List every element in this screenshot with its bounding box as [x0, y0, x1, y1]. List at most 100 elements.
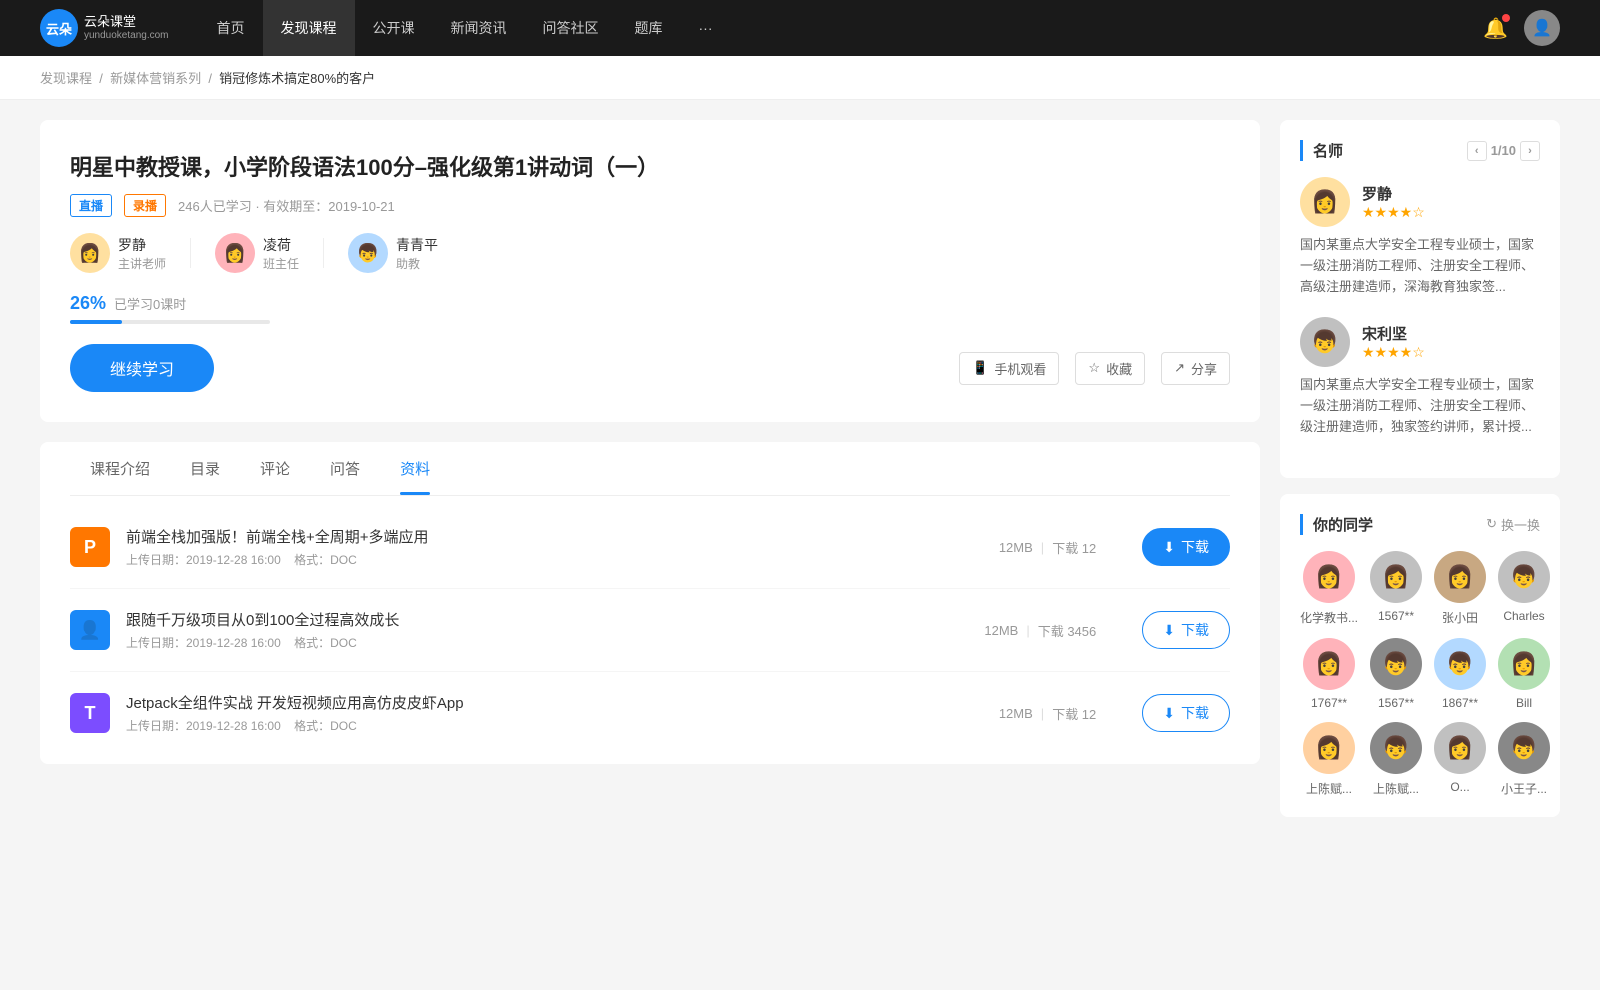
classmate-4[interactable]: 👩 1767** [1300, 638, 1358, 710]
tab-resources[interactable]: 资料 [380, 442, 450, 495]
mobile-view-label: 手机观看 [994, 359, 1046, 378]
classmate-2[interactable]: 👩 张小田 [1434, 551, 1486, 626]
classmate-avatar-10: 👩 [1434, 722, 1486, 774]
course-actions: 继续学习 📱 手机观看 ☆ 收藏 ↗ 分享 [70, 344, 1230, 392]
classmate-avatar-1: 👩 [1370, 551, 1422, 603]
sidebar-teacher-stars-0: ★★★★☆ [1362, 204, 1425, 221]
bell-dot [1502, 14, 1510, 22]
nav-item-quiz[interactable]: 题库 [617, 0, 681, 56]
sidebar-teacher-info-0: 罗静 ★★★★☆ [1362, 183, 1425, 221]
resource-downloads-1: 下载 3456 [1038, 621, 1097, 640]
resource-list: P 前端全栈加强版！前端全栈+全周期+多端应用 上传日期：2019-12-28 … [70, 496, 1230, 764]
classmate-6[interactable]: 👦 1867** [1434, 638, 1486, 710]
tab-qa[interactable]: 问答 [310, 442, 380, 495]
classmate-avatar-9: 👦 [1370, 722, 1422, 774]
course-header-card: 明星中教授课，小学阶段语法100分–强化级第1讲动词（一） 直播 录播 246人… [40, 120, 1260, 422]
resource-size-1: 12MB [984, 623, 1018, 638]
sidebar-teachers-label: 名师 [1313, 140, 1343, 161]
download-button-1[interactable]: ⬇ 下载 [1142, 611, 1230, 649]
progress-section: 26% 已学习0课时 [70, 293, 1230, 324]
classmate-11[interactable]: 👦 小王子... [1498, 722, 1550, 797]
classmate-10[interactable]: 👩 O... [1434, 722, 1486, 797]
nav-right: 🔔 👤 [1483, 10, 1560, 46]
teacher-divider-1 [323, 238, 324, 268]
classmate-8[interactable]: 👩 上陈赋... [1300, 722, 1358, 797]
teacher-role-0: 主讲老师 [118, 255, 166, 272]
tab-review[interactable]: 评论 [240, 442, 310, 495]
progress-pct: 26% [70, 293, 106, 314]
download-icon-0: ⬇ [1163, 539, 1175, 556]
classmate-avatar-4: 👩 [1303, 638, 1355, 690]
share-button[interactable]: ↗ 分享 [1161, 352, 1230, 385]
teachers-pagination: ‹ 1/10 › [1467, 141, 1540, 161]
classmate-7[interactable]: 👩 Bill [1498, 638, 1550, 710]
nav-item-discover[interactable]: 发现课程 [263, 0, 355, 56]
sidebar-teacher-info-1: 宋利坚 ★★★★☆ [1362, 323, 1425, 361]
tabs-section: 课程介绍 目录 评论 问答 资料 P 前端全栈加强版！前端全栈+全周期+多端应用… [40, 442, 1260, 764]
download-button-0[interactable]: ⬇ 下载 [1142, 528, 1230, 566]
sidebar-teacher-avatar-1: 👦 [1300, 317, 1350, 367]
bell-icon[interactable]: 🔔 [1483, 16, 1508, 41]
nav-item-open[interactable]: 公开课 [355, 0, 433, 56]
tag-live: 直播 [70, 194, 112, 217]
user-avatar[interactable]: 👤 [1524, 10, 1560, 46]
sidebar-teacher-header-1: 👦 宋利坚 ★★★★☆ [1300, 317, 1540, 367]
course-title: 明星中教授课，小学阶段语法100分–强化级第1讲动词（一） [70, 150, 1230, 182]
resource-downloads-0: 下载 12 [1052, 538, 1096, 557]
tab-intro[interactable]: 课程介绍 [70, 442, 170, 495]
classmate-name-7: Bill [1516, 696, 1532, 710]
nav-item-qa[interactable]: 问答社区 [525, 0, 617, 56]
teacher-info-1: 凌荷 班主任 [263, 235, 299, 272]
sidebar-teacher-1: 👦 宋利坚 ★★★★☆ 国内某重点大学安全工程专业硕士，国家一级注册消防工程师、… [1300, 317, 1540, 437]
download-icon-2: ⬇ [1163, 705, 1175, 722]
teacher-role-2: 助教 [396, 255, 438, 272]
classmate-name-10: O... [1450, 780, 1469, 794]
breadcrumb-item-0[interactable]: 发现课程 [40, 71, 92, 86]
teacher-item-2: 👦 青青平 助教 [348, 233, 438, 273]
sidebar-teacher-header-0: 👩 罗静 ★★★★☆ [1300, 177, 1540, 227]
refresh-button[interactable]: ↻ 换一换 [1486, 515, 1540, 534]
resource-item-0: P 前端全栈加强版！前端全栈+全周期+多端应用 上传日期：2019-12-28 … [70, 506, 1230, 589]
classmate-name-6: 1867** [1442, 696, 1478, 710]
continue-button[interactable]: 继续学习 [70, 344, 214, 392]
main-layout: 明星中教授课，小学阶段语法100分–强化级第1讲动词（一） 直播 录播 246人… [0, 100, 1600, 853]
nav-item-news[interactable]: 新闻资讯 [433, 0, 525, 56]
course-meta-text: 246人已学习 · 有效期至：2019-10-21 [178, 196, 395, 215]
classmate-9[interactable]: 👦 上陈赋... [1370, 722, 1422, 797]
classmate-name-9: 上陈赋... [1373, 780, 1419, 797]
logo-icon: 云朵 [40, 9, 78, 47]
teacher-avatar-1: 👩 [215, 233, 255, 273]
resource-item-2: T Jetpack全组件实战 开发短视频应用高仿皮皮虾App 上传日期：2019… [70, 672, 1230, 754]
phone-icon: 📱 [972, 360, 988, 376]
nav-item-more[interactable]: ··· [681, 0, 731, 56]
classmate-0[interactable]: 👩 化学教书... [1300, 551, 1358, 626]
share-label: 分享 [1191, 359, 1217, 378]
teachers-next-btn[interactable]: › [1520, 141, 1540, 161]
classmate-5[interactable]: 👦 1567** [1370, 638, 1422, 710]
sidebar-teacher-avatar-0: 👩 [1300, 177, 1350, 227]
teacher-name-2: 青青平 [396, 235, 438, 255]
logo[interactable]: 云朵 云朵课堂 yunduoketang.com [40, 9, 169, 47]
nav-item-home[interactable]: 首页 [199, 0, 263, 56]
classmate-3[interactable]: 👦 Charles [1498, 551, 1550, 626]
star-icon: ☆ [1088, 360, 1100, 376]
resource-info-2: Jetpack全组件实战 开发短视频应用高仿皮皮虾App 上传日期：2019-1… [126, 692, 953, 734]
tab-catalog[interactable]: 目录 [170, 442, 240, 495]
classmate-name-8: 上陈赋... [1306, 780, 1352, 797]
sidebar-teacher-desc-1: 国内某重点大学安全工程专业硕士，国家一级注册消防工程师、注册安全工程师、级注册建… [1300, 375, 1540, 437]
collect-button[interactable]: ☆ 收藏 [1075, 352, 1145, 385]
teacher-info-0: 罗静 主讲老师 [118, 235, 166, 272]
classmate-1[interactable]: 👩 1567** [1370, 551, 1422, 626]
course-meta: 直播 录播 246人已学习 · 有效期至：2019-10-21 [70, 194, 1230, 217]
resource-stats-2: 12MB | 下载 12 [999, 704, 1096, 723]
breadcrumb-item-1[interactable]: 新媒体营销系列 [110, 71, 201, 86]
download-button-2[interactable]: ⬇ 下载 [1142, 694, 1230, 732]
progress-text: 已学习0课时 [114, 294, 186, 313]
classmates-grid: 👩 化学教书... 👩 1567** 👩 张小田 👦 Charles [1300, 551, 1540, 797]
resource-size-0: 12MB [999, 540, 1033, 555]
classmate-avatar-2: 👩 [1434, 551, 1486, 603]
sidebar-teacher-stars-1: ★★★★☆ [1362, 344, 1425, 361]
classmate-avatar-5: 👦 [1370, 638, 1422, 690]
teachers-prev-btn[interactable]: ‹ [1467, 141, 1487, 161]
mobile-view-button[interactable]: 📱 手机观看 [959, 352, 1059, 385]
